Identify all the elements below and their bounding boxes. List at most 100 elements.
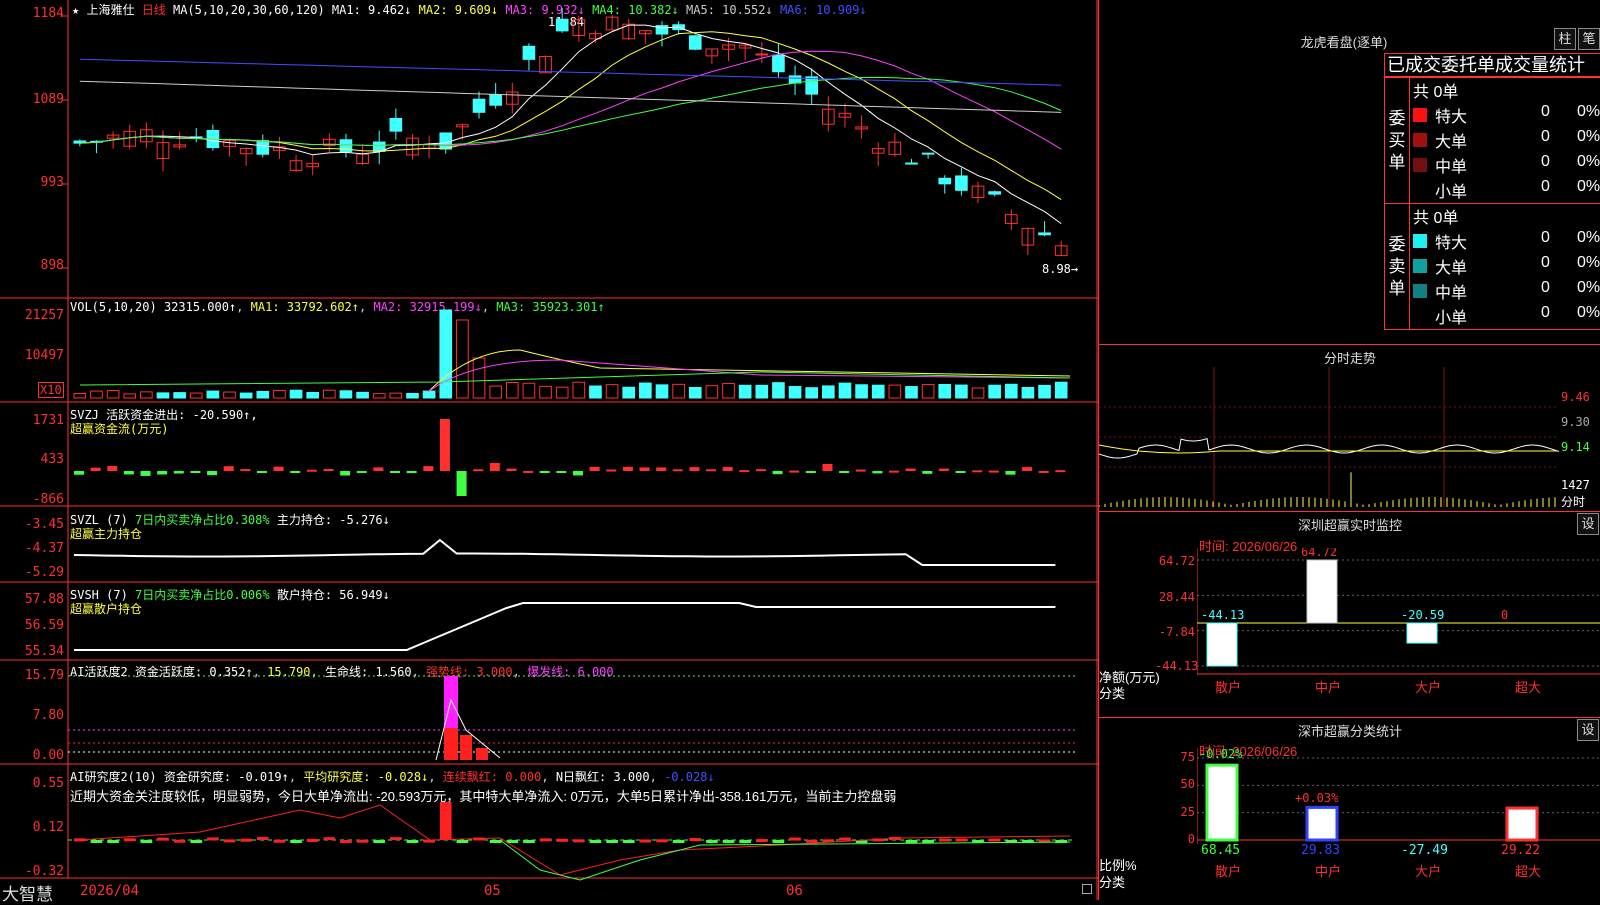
research-bar xyxy=(489,840,502,843)
research-bar xyxy=(157,837,169,841)
row-pct: 0% xyxy=(1577,229,1600,246)
ratio-value-label: 29.22 xyxy=(1501,843,1540,858)
row-count: 0 xyxy=(1541,128,1550,145)
research-bar xyxy=(107,840,119,843)
flow-bar xyxy=(922,471,933,474)
candle-body xyxy=(938,177,952,185)
row-pct: 0% xyxy=(1577,254,1600,271)
flow-bar xyxy=(972,470,983,473)
color-swatch xyxy=(1413,234,1427,248)
row-count: 0 xyxy=(1541,178,1550,195)
research-bar xyxy=(123,838,136,842)
classify-xlabel: 分类 xyxy=(1099,875,1126,890)
volume-bar xyxy=(921,384,935,399)
monitor-axis-label: 28.44 xyxy=(1158,590,1195,604)
volume-bar xyxy=(223,391,236,399)
research-bar xyxy=(273,839,286,843)
monitor-xlabel: 分类 xyxy=(1099,686,1126,701)
flow-bar xyxy=(855,469,866,472)
monitor-title: 深圳超赢实时监控 xyxy=(1297,518,1402,533)
intraday-axis-label: 1427 xyxy=(1561,478,1590,492)
volume-bar xyxy=(805,387,819,399)
sell-total: 共 0单 xyxy=(1413,210,1459,227)
flow-bar xyxy=(256,471,267,473)
flow-bar xyxy=(306,469,317,472)
research-bar xyxy=(140,840,153,843)
monitor-axis-label: -44.13 xyxy=(1155,659,1199,673)
volume-bar xyxy=(372,393,386,399)
classify-axis-label: 50 xyxy=(1180,777,1195,791)
flow-bar xyxy=(373,467,384,471)
ratio-bar xyxy=(1305,805,1339,842)
category-label: 大户 xyxy=(1415,680,1441,696)
flow-bar xyxy=(157,471,168,475)
flow-bar xyxy=(706,469,717,472)
flow-bar xyxy=(140,471,151,476)
monitor-settings-button[interactable]: 设 xyxy=(1577,513,1599,535)
row-pct: 0% xyxy=(1577,178,1600,195)
candle-body xyxy=(905,162,918,165)
research-bar xyxy=(306,838,319,842)
flow-bar xyxy=(905,468,916,471)
ratio-value-label: 29.83 xyxy=(1301,843,1340,858)
volume-bar xyxy=(622,386,636,399)
volume-bar xyxy=(938,383,952,399)
volume-bar xyxy=(555,386,569,399)
buy-total: 共 0单 xyxy=(1413,84,1459,101)
volume-bar xyxy=(389,392,403,399)
flow-bar xyxy=(456,471,467,496)
classify-settings-button[interactable]: 设 xyxy=(1577,719,1599,741)
flow-bar xyxy=(988,470,999,473)
volume-bar xyxy=(971,387,985,399)
main-hold-line xyxy=(73,538,1056,566)
flow-bar xyxy=(489,463,500,471)
classify-axis-label: 0 xyxy=(1187,832,1195,846)
intraday-axis-label: 9.30 xyxy=(1561,415,1590,429)
volume-bar xyxy=(106,390,120,399)
main-chart-area[interactable]: 1184 1089 993 898 ★ 上海雅仕 日线 MA(5,10,20,3… xyxy=(0,0,1098,904)
ma-line xyxy=(79,24,1062,225)
volume-bar xyxy=(505,381,519,399)
volume-bar xyxy=(672,383,685,399)
net-bar xyxy=(1306,559,1338,624)
flow-bar xyxy=(74,471,84,475)
flow-bar xyxy=(755,469,766,472)
row-name: 小单 xyxy=(1435,184,1468,201)
research-bar xyxy=(223,839,236,843)
research-bar xyxy=(323,837,336,841)
volume-bar xyxy=(722,382,735,399)
active-bar xyxy=(444,728,458,760)
sell-row-l: 大单 0 0% xyxy=(1413,254,1600,278)
volume-bar xyxy=(888,384,902,399)
intraday-panel[interactable]: 分时走势 9.46 9.30 9.14 1427 分时 xyxy=(1099,345,1600,512)
candle-body xyxy=(755,53,769,56)
sell-row-xl: 特大 0 0% xyxy=(1413,229,1600,253)
research-bar xyxy=(256,837,269,841)
classify-title: 深市超赢分类统计 xyxy=(1297,724,1402,739)
volume-bar xyxy=(605,384,619,399)
volume-bar xyxy=(456,319,469,399)
flow-bar xyxy=(1038,470,1049,473)
monitor-panel: 深圳超赢实时监控 设 时间: 2026/06/26 64.72 28.44 -7… xyxy=(1099,512,1600,718)
research-bar xyxy=(622,840,635,843)
volume-bar xyxy=(755,384,769,399)
volume-bar xyxy=(489,385,502,399)
flow-bar xyxy=(506,468,517,471)
monitor-axis-label: 64.72 xyxy=(1158,554,1195,568)
volume-bar xyxy=(655,384,669,399)
bar-mode-button[interactable]: 柱 xyxy=(1554,28,1576,50)
research-bar xyxy=(739,840,751,843)
candle-body xyxy=(389,117,403,132)
flow-bar xyxy=(606,469,617,472)
sell-box: 委卖单 共 0单 特大 0 0% 大单 0 0% 中单 0 0% 小单 0 0% xyxy=(1384,203,1600,330)
flow-bar xyxy=(123,471,134,475)
research-bar xyxy=(805,839,818,843)
research-bar xyxy=(689,838,702,842)
tick-mode-button[interactable]: 笔 xyxy=(1578,28,1600,50)
candle-body xyxy=(555,18,569,32)
flow-bar xyxy=(423,466,434,471)
volume-bar xyxy=(838,382,852,399)
candle-body xyxy=(1038,232,1051,236)
right-panel: 龙虎看盘(逐单) 柱 笔 已成交委托单成交量统计 委买单 共 0单 特大 0 0… xyxy=(1098,0,1600,900)
volume-bar xyxy=(522,382,536,399)
